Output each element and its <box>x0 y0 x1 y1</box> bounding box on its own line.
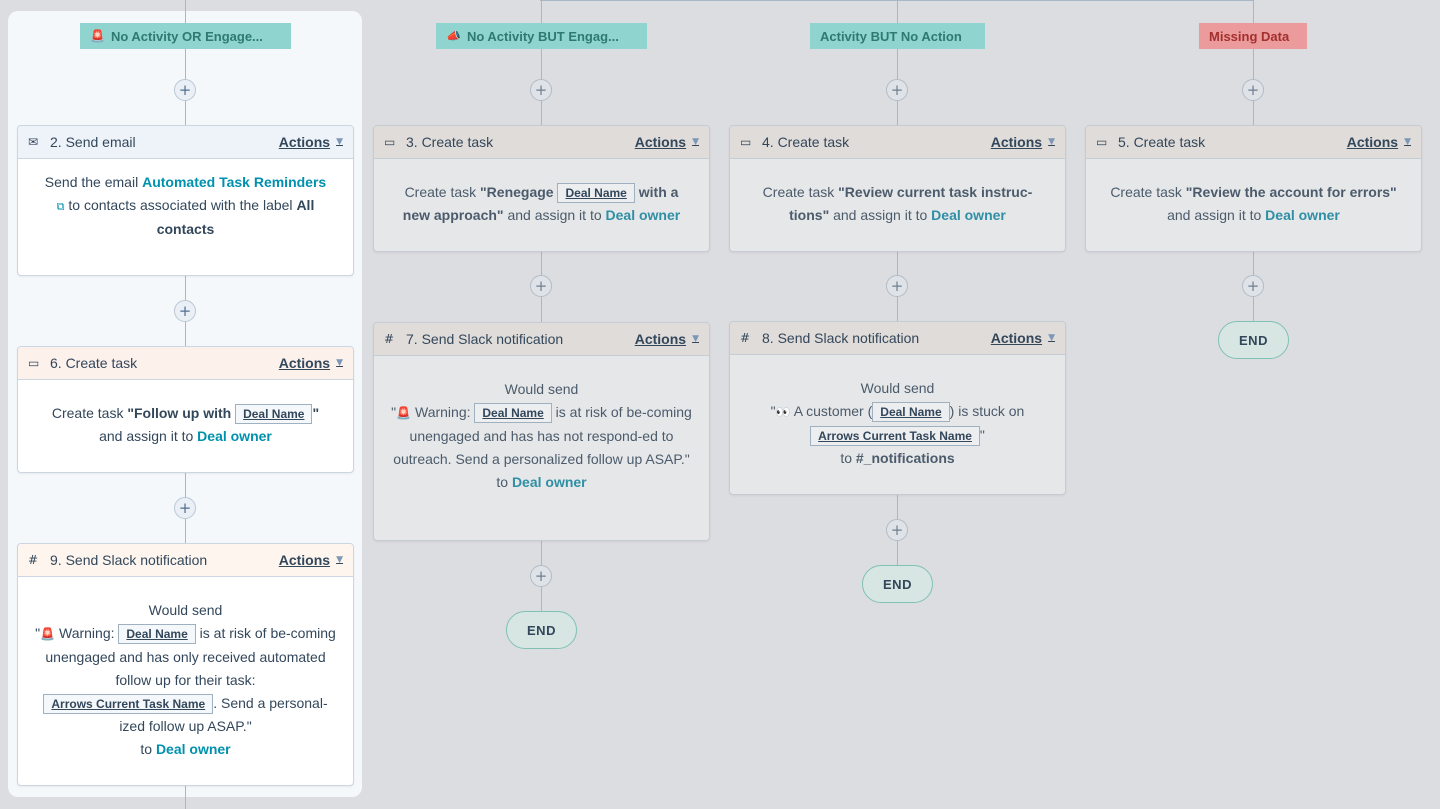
add-action-button[interactable]: + <box>530 275 552 297</box>
actions-dropdown[interactable]: Actions ▼ <box>1347 134 1411 150</box>
deal-name-token: Deal Name <box>474 403 552 424</box>
deal-owner-link[interactable]: Deal owner <box>931 207 1006 223</box>
deal-owner-link[interactable]: Deal owner <box>606 207 681 223</box>
chevron-down-icon: ▼ <box>1048 137 1055 147</box>
task-icon: ▭ <box>28 356 40 370</box>
slack-icon: # <box>28 553 39 567</box>
action-card-create-task[interactable]: ▭ 3. Create task Actions ▼ Create task "R… <box>373 125 710 252</box>
alarm-icon: 🚨 <box>90 29 105 43</box>
email-icon: ✉ <box>28 135 39 149</box>
branch-label-no-activity-or-engage[interactable]: 🚨 No Activity OR Engage... <box>80 23 291 49</box>
slack-channel: #_notifications <box>855 450 955 466</box>
deal-name-token: Deal Name <box>557 183 635 204</box>
branch-label-activity-but-no-action[interactable]: Activity BUT No Action <box>810 23 985 49</box>
card-title: 3. Create task <box>406 134 494 150</box>
action-card-send-slack[interactable]: # 8. Send Slack notification Actions ▼ Wo… <box>729 321 1066 495</box>
card-body: Would send "👀 A customer (Deal Name) is … <box>770 380 1025 466</box>
card-body: Send the email Automated Task Reminders … <box>44 174 327 237</box>
card-body: Create task "Review the account for erro… <box>1110 184 1397 223</box>
slack-icon: # <box>384 332 395 346</box>
email-link[interactable]: Automated Task Reminders <box>142 174 326 190</box>
chevron-down-icon: ▼ <box>336 358 343 368</box>
task-icon: ▭ <box>740 135 752 149</box>
chevron-down-icon: ▼ <box>692 334 699 344</box>
add-action-button[interactable]: + <box>174 300 196 322</box>
task-icon: ▭ <box>1096 135 1108 149</box>
card-body: Create task "Renegage Deal Name with a n… <box>402 183 681 223</box>
add-action-button[interactable]: + <box>530 79 552 101</box>
slack-icon: # <box>740 331 751 345</box>
actions-dropdown[interactable]: Actions ▼ <box>279 355 343 371</box>
actions-dropdown[interactable]: Actions ▼ <box>991 134 1055 150</box>
card-body: Create task "Follow up with Deal Name " a… <box>51 404 320 444</box>
add-action-button[interactable]: + <box>886 519 908 541</box>
external-link-icon[interactable]: ⧉ <box>57 200 65 213</box>
actions-dropdown[interactable]: Actions ▼ <box>635 331 699 347</box>
card-title: 7. Send Slack notification <box>406 331 564 347</box>
add-action-button[interactable]: + <box>530 565 552 587</box>
branch-label-no-activity-but-engag[interactable]: 📣 No Activity BUT Engag... <box>436 23 647 49</box>
chevron-down-icon: ▼ <box>1404 137 1411 147</box>
chevron-down-icon: ▼ <box>336 137 343 147</box>
card-title: 4. Create task <box>762 134 850 150</box>
branch-label-text: No Activity OR Engage... <box>110 28 263 44</box>
card-title: 9. Send Slack notification <box>50 552 208 568</box>
branch-label-text: Missing Data <box>1209 28 1290 44</box>
task-icon: ▭ <box>384 135 396 149</box>
actions-dropdown[interactable]: Actions ▼ <box>991 330 1055 346</box>
action-card-send-slack[interactable]: # 7. Send Slack notification Actions ▼ Wo… <box>373 322 710 541</box>
branch-label-text: Activity BUT No Action <box>820 28 962 44</box>
card-body: Create task "Review current task instruc… <box>762 184 1033 223</box>
deal-owner-link[interactable]: Deal owner <box>197 428 272 444</box>
add-action-button[interactable]: + <box>1242 79 1264 101</box>
actions-dropdown[interactable]: Actions ▼ <box>279 552 343 568</box>
chevron-down-icon: ▼ <box>692 137 699 147</box>
card-body: Would send "🚨 Warning: Deal Name is at r… <box>391 381 692 490</box>
action-card-send-email[interactable]: ✉ 2. Send email Actions ▼ Send the email … <box>17 125 354 276</box>
megaphone-icon: 📣 <box>446 29 461 43</box>
actions-dropdown[interactable]: Actions ▼ <box>635 134 699 150</box>
deal-name-token: Deal Name <box>118 624 196 645</box>
chevron-down-icon: ▼ <box>1048 333 1055 343</box>
alarm-icon: 🚨 <box>396 406 412 420</box>
card-title: 2. Send email <box>50 134 136 150</box>
deal-owner-link[interactable]: Deal owner <box>156 741 231 757</box>
task-name-token: Arrows Current Task Name <box>43 694 214 715</box>
deal-owner-link[interactable]: Deal owner <box>1265 207 1340 223</box>
deal-name-token: Deal Name <box>235 404 313 425</box>
card-title: 5. Create task <box>1118 134 1206 150</box>
card-title: 6. Create task <box>50 355 138 371</box>
end-node: END <box>1218 321 1289 359</box>
deal-name-token: Deal Name <box>872 402 950 423</box>
action-card-create-task[interactable]: ▭ 5. Create task Actions ▼ Create task "R… <box>1085 125 1422 252</box>
eyes-icon: 👀 <box>775 405 791 419</box>
branch-label-missing-data[interactable]: Missing Data <box>1199 23 1307 49</box>
task-name-token: Arrows Current Task Name <box>810 426 980 447</box>
end-node: END <box>862 565 933 603</box>
card-body: Would send "🚨 Warning: Deal Name is at r… <box>35 602 336 757</box>
actions-dropdown[interactable]: Actions ▼ <box>279 134 343 150</box>
action-card-create-task[interactable]: ▭ 6. Create task Actions ▼ Create task "F… <box>17 346 354 473</box>
add-action-button[interactable]: + <box>174 497 196 519</box>
alarm-icon: 🚨 <box>40 627 56 641</box>
action-card-send-slack[interactable]: # 9. Send Slack notification Actions ▼ Wo… <box>17 543 354 786</box>
branch-label-text: No Activity BUT Engag... <box>466 28 619 44</box>
add-action-button[interactable]: + <box>1242 275 1264 297</box>
deal-owner-link[interactable]: Deal owner <box>512 474 587 490</box>
add-action-button[interactable]: + <box>174 79 196 101</box>
action-card-create-task[interactable]: ▭ 4. Create task Actions ▼ Create task "R… <box>729 125 1066 252</box>
chevron-down-icon: ▼ <box>336 555 343 565</box>
add-action-button[interactable]: + <box>886 79 908 101</box>
card-title: 8. Send Slack notification <box>762 330 920 346</box>
add-action-button[interactable]: + <box>886 275 908 297</box>
end-node: END <box>506 611 577 649</box>
